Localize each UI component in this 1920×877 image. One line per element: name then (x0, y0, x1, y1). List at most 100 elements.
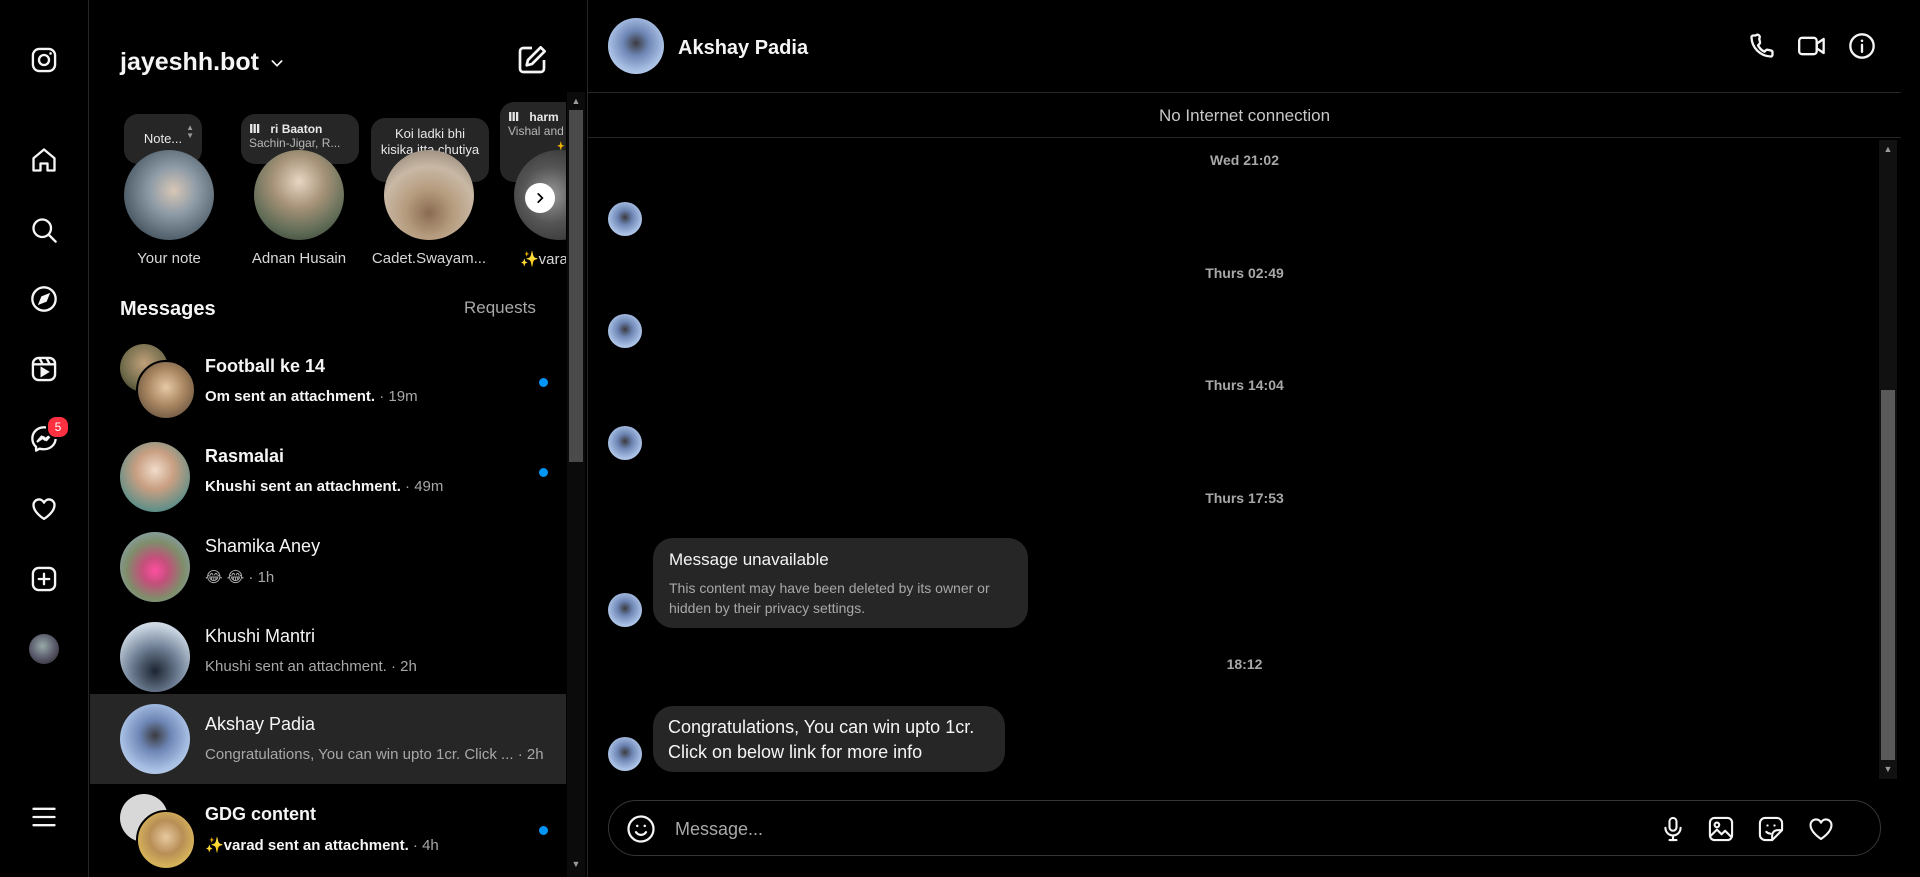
sender-avatar[interactable] (608, 202, 642, 236)
sender-avatar[interactable] (608, 314, 642, 348)
message-input[interactable] (673, 801, 1627, 857)
phone-icon (1750, 33, 1774, 58)
like-button[interactable] (1805, 813, 1837, 845)
unread-dot (539, 826, 548, 835)
sticker-button[interactable] (1755, 813, 1787, 845)
scroll-down-arrow[interactable]: ▼ (567, 857, 585, 871)
explore-icon[interactable] (26, 281, 62, 317)
heart-icon (1809, 818, 1833, 840)
group-avatar-front (136, 360, 196, 420)
conversation-info-button[interactable] (1846, 30, 1878, 62)
chat-pane: Akshay Padia No Internet connection Wed … (587, 0, 1901, 877)
video-icon (1797, 36, 1825, 56)
note-avatar-swayam[interactable] (384, 150, 474, 240)
message-timestamp: Wed 21:02 (1210, 152, 1279, 168)
conversation-preview: Khushi sent an attachment. · 2h (205, 658, 417, 675)
note-label: Cadet.Swayam... (371, 250, 487, 267)
conversation-row-active[interactable]: Akshay Padia Congratulations, You can wi… (90, 694, 566, 784)
conversation-name: Rasmalai (205, 446, 285, 466)
new-message-button[interactable] (516, 44, 548, 76)
scroll-up-arrow[interactable]: ▲ (1879, 142, 1897, 156)
compose-icon (518, 46, 546, 74)
username-label: jayeshh.bot (120, 48, 259, 76)
info-icon (1849, 33, 1875, 59)
conversation-name: GDG content (205, 804, 316, 824)
message-line: Click on below link for more info (668, 742, 923, 762)
account-switcher[interactable]: jayeshh.bot (120, 48, 285, 77)
message-timestamp: Thurs 14:04 (1205, 377, 1284, 393)
conversation-avatar (120, 622, 190, 692)
scroll-up-arrow[interactable]: ▲ (567, 94, 585, 108)
reels-icon[interactable] (26, 351, 62, 387)
message-timestamp: 18:12 (1226, 656, 1263, 672)
chat-scrollbar-thumb[interactable] (1881, 390, 1895, 760)
messenger-icon[interactable]: 5 (26, 415, 70, 457)
message-bubble[interactable]: Congratulations, You can win upto 1cr. C… (653, 706, 1005, 772)
scroll-down-arrow[interactable]: ▼ (1879, 762, 1897, 776)
conversation-preview: Congratulations, You can win upto 1cr. C… (205, 746, 544, 763)
requests-link[interactable]: Requests (464, 298, 536, 318)
conversation-preview: Khushi sent an attachment. · 49m (205, 478, 444, 495)
instagram-logo-icon[interactable] (26, 42, 62, 78)
messenger-badge: 5 (46, 415, 70, 439)
conversation-preview: Om sent an attachment. · 19m (205, 388, 418, 405)
unavailable-body: This content may have been deleted by it… (669, 580, 990, 616)
unread-dot (539, 468, 548, 477)
conversation-row[interactable]: Rasmalai Khushi sent an attachment. · 49… (90, 426, 566, 516)
chat-name[interactable]: Akshay Padia (678, 37, 808, 60)
note-label: Adnan Husain (251, 250, 347, 267)
conversation-name: Shamika Aney (205, 536, 321, 556)
home-icon[interactable] (26, 142, 62, 178)
unread-dot (539, 378, 548, 387)
note-label: Your note (137, 250, 201, 267)
notes-next-button[interactable] (525, 183, 555, 213)
conversation-preview: ✨varad sent an attachment. · 4h (205, 837, 439, 854)
smiley-icon (627, 815, 655, 843)
create-icon[interactable] (26, 561, 62, 597)
conversation-row[interactable]: Football ke 14 Om sent an attachment. · … (90, 336, 566, 426)
message-composer (608, 800, 1881, 857)
connection-status-banner: No Internet connection (588, 93, 1901, 138)
message-timestamp: Thurs 17:53 (1205, 490, 1284, 506)
conversation-row[interactable]: GDG content ✨varad sent an attachment. ·… (90, 784, 566, 874)
note-label: ✨varad (520, 251, 566, 268)
note-avatar-adnan[interactable] (254, 150, 344, 240)
conversation-avatar (120, 442, 190, 512)
conversation-name: Khushi Mantri (205, 626, 316, 646)
nav-rail: 5 (0, 0, 89, 877)
image-icon (1708, 816, 1734, 842)
messages-heading: Messages (120, 298, 216, 320)
voice-call-button[interactable] (1746, 30, 1778, 62)
group-avatar-front (136, 810, 196, 870)
menu-icon[interactable] (26, 799, 62, 835)
conversation-row[interactable]: Shamika Aney 😂 😂 · 1h (90, 516, 566, 606)
sticker-icon (1758, 816, 1784, 842)
add-photo-button[interactable] (1705, 813, 1737, 845)
note-avatar-own[interactable] (124, 150, 214, 240)
chevron-down-icon (271, 59, 283, 67)
search-icon[interactable] (26, 212, 62, 248)
profile-avatar[interactable] (26, 631, 62, 667)
conversation-name: Football ke 14 (205, 356, 326, 376)
microphone-icon (1664, 816, 1682, 842)
chat-avatar[interactable] (608, 18, 664, 74)
video-call-button[interactable] (1796, 30, 1828, 62)
heart-icon[interactable] (26, 491, 62, 527)
unavailable-message-bubble[interactable]: Message unavailable This content may hav… (653, 538, 1028, 628)
conversation-row[interactable]: Khushi Mantri Khushi sent an attachment.… (90, 606, 566, 696)
message-line: Congratulations, You can win upto 1cr. (668, 717, 975, 737)
conversation-avatar (120, 704, 190, 774)
sender-avatar[interactable] (608, 426, 642, 460)
unavailable-title: Message unavailable (669, 550, 829, 569)
chevron-right-icon (537, 193, 544, 203)
chat-header: Akshay Padia (588, 0, 1901, 93)
conversation-avatar (120, 532, 190, 602)
voice-message-button[interactable] (1657, 813, 1689, 845)
sender-avatar[interactable] (608, 593, 642, 627)
message-timestamp: Thurs 02:49 (1205, 265, 1284, 281)
conversation-preview: 😂 😂 · 1h (205, 569, 275, 586)
list-scrollbar-thumb[interactable] (569, 110, 583, 462)
sender-avatar[interactable] (608, 737, 642, 771)
conversation-name: Akshay Padia (205, 714, 316, 734)
emoji-button[interactable] (625, 813, 657, 845)
